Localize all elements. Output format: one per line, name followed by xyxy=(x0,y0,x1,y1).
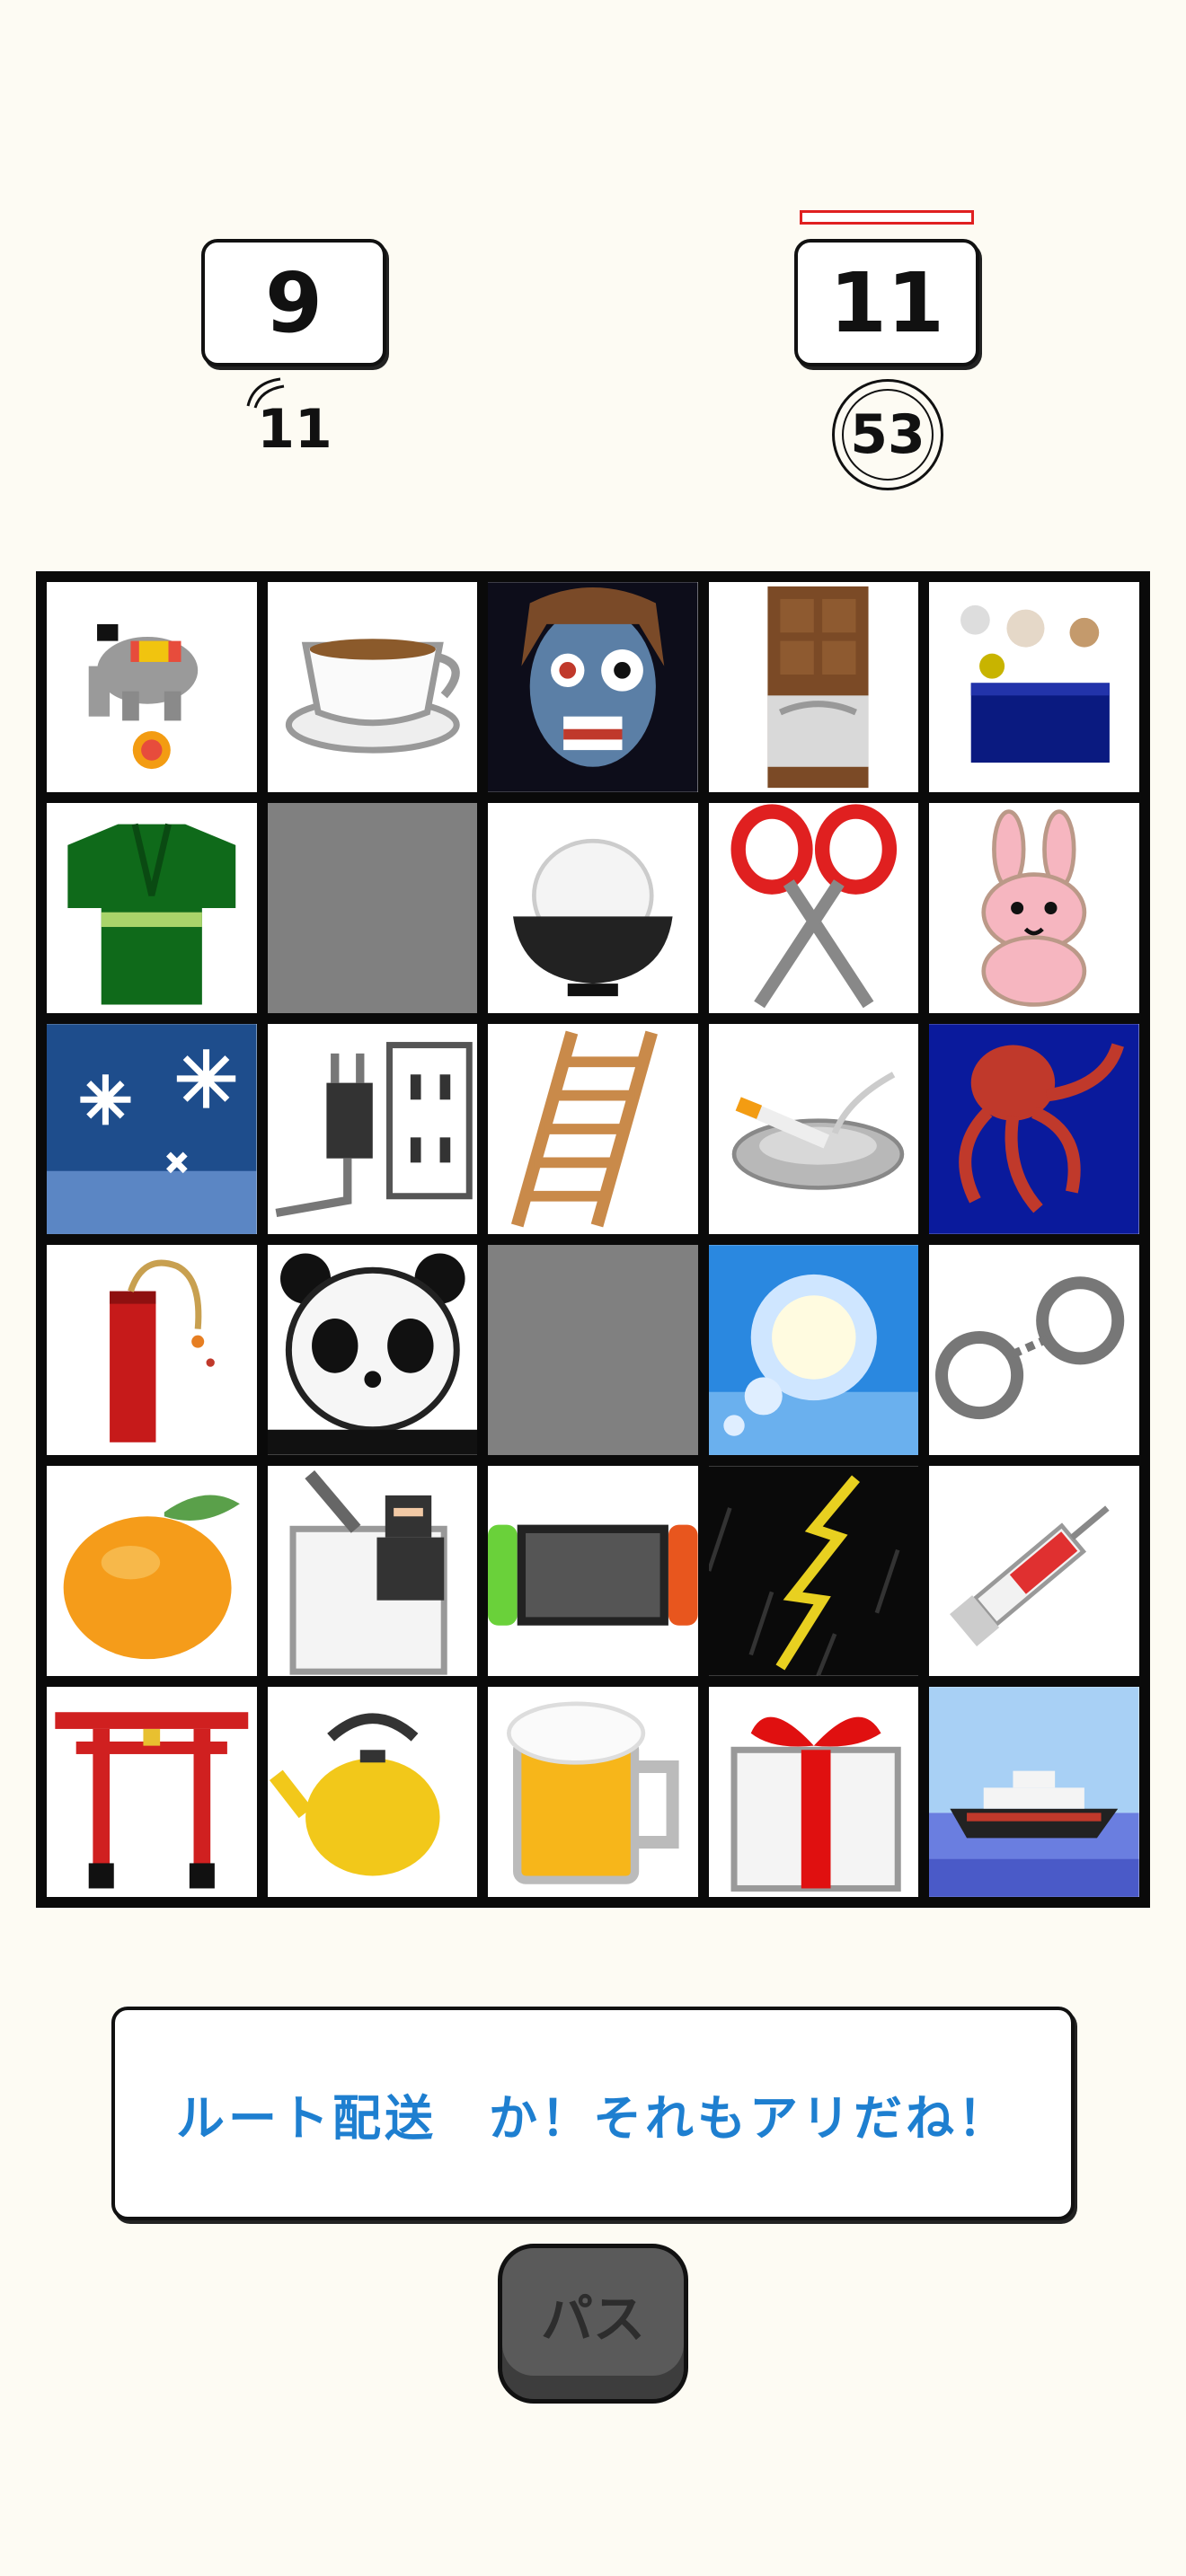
dynamite-icon xyxy=(110,1259,215,1442)
tile-rabbit[interactable] xyxy=(929,803,1139,1013)
ladder-icon xyxy=(511,1030,659,1228)
plug-icon xyxy=(275,1042,473,1218)
tile-ninja[interactable] xyxy=(267,1466,478,1676)
rice-bowl-icon xyxy=(513,838,673,997)
tile-panda[interactable] xyxy=(267,1245,478,1455)
message-box: ルート配送 か！それもアリだね！ xyxy=(111,2007,1075,2220)
lightning-icon xyxy=(708,1466,919,1676)
tile-rice-bowl[interactable] xyxy=(488,803,698,1013)
tile-empty[interactable] xyxy=(267,803,478,1013)
tile-circus-elephant[interactable] xyxy=(47,582,257,792)
player-score: 9 xyxy=(264,254,323,351)
ninja-icon xyxy=(289,1470,447,1675)
tile-zombie[interactable] xyxy=(488,582,698,792)
tile-bubbles-box[interactable] xyxy=(929,582,1139,792)
tile-teacup[interactable] xyxy=(267,582,478,792)
tile-beer-mug[interactable] xyxy=(488,1687,698,1897)
snowflake-icon xyxy=(47,1024,257,1234)
tile-empty[interactable] xyxy=(488,1245,698,1455)
game-board xyxy=(36,571,1150,1908)
message-text: ルート配送 か！それもアリだね！ xyxy=(176,2089,1010,2147)
pass-button[interactable]: パス xyxy=(498,2244,688,2404)
tile-ship[interactable] xyxy=(929,1687,1139,1897)
tile-snowflakes[interactable] xyxy=(47,1024,257,1234)
tile-handcuffs[interactable] xyxy=(929,1245,1139,1455)
player-sub-count: 11 xyxy=(257,398,332,461)
tile-ashtray[interactable] xyxy=(708,1024,919,1234)
tile-scissors[interactable] xyxy=(708,803,919,1013)
tile-lightning[interactable] xyxy=(708,1466,919,1676)
ship-icon xyxy=(929,1687,1139,1897)
ashtray-icon xyxy=(731,1072,905,1190)
tile-power-plug[interactable] xyxy=(267,1024,478,1234)
tile-syringe[interactable] xyxy=(929,1466,1139,1676)
rabbit-icon xyxy=(981,809,1087,1007)
chocolate-icon xyxy=(767,586,869,789)
opponent-score: 11 xyxy=(828,254,945,351)
tile-kimono[interactable] xyxy=(47,803,257,1013)
gift-icon xyxy=(730,1716,901,1892)
tile-gift-box[interactable] xyxy=(708,1687,919,1897)
opponent-sub-count: 53 xyxy=(832,379,943,490)
player-score-box: 9 xyxy=(201,239,386,366)
scissors-icon xyxy=(730,804,897,1009)
octopus-icon xyxy=(929,1024,1139,1234)
bubbles-icon xyxy=(960,604,1111,763)
elephant-icon xyxy=(88,623,199,770)
orange-icon xyxy=(63,1495,240,1660)
tile-chocolate-bar[interactable] xyxy=(708,582,919,792)
tile-game-console[interactable] xyxy=(488,1466,698,1676)
teacup-icon xyxy=(285,639,460,754)
handcuffs-icon xyxy=(935,1276,1125,1420)
pass-label: パス xyxy=(540,2289,645,2350)
tile-octopus[interactable] xyxy=(929,1024,1139,1234)
zombie-icon xyxy=(488,582,698,792)
beer-icon xyxy=(507,1701,679,1884)
tile-torii-gate[interactable] xyxy=(47,1687,257,1897)
kimono-icon xyxy=(67,823,236,1005)
opponent-score-box: 11 xyxy=(794,239,979,366)
syringe-icon xyxy=(950,1505,1111,1646)
sun-icon xyxy=(708,1245,919,1455)
tile-mandarin-orange[interactable] xyxy=(47,1466,257,1676)
tile-ladder[interactable] xyxy=(488,1024,698,1234)
panda-icon xyxy=(267,1253,478,1455)
kettle-icon xyxy=(269,1713,440,1876)
tile-dynamite[interactable] xyxy=(47,1245,257,1455)
tile-kettle[interactable] xyxy=(267,1687,478,1897)
console-icon xyxy=(488,1524,698,1626)
tile-sun[interactable] xyxy=(708,1245,919,1455)
torii-icon xyxy=(55,1712,249,1889)
turn-indicator xyxy=(800,210,974,225)
